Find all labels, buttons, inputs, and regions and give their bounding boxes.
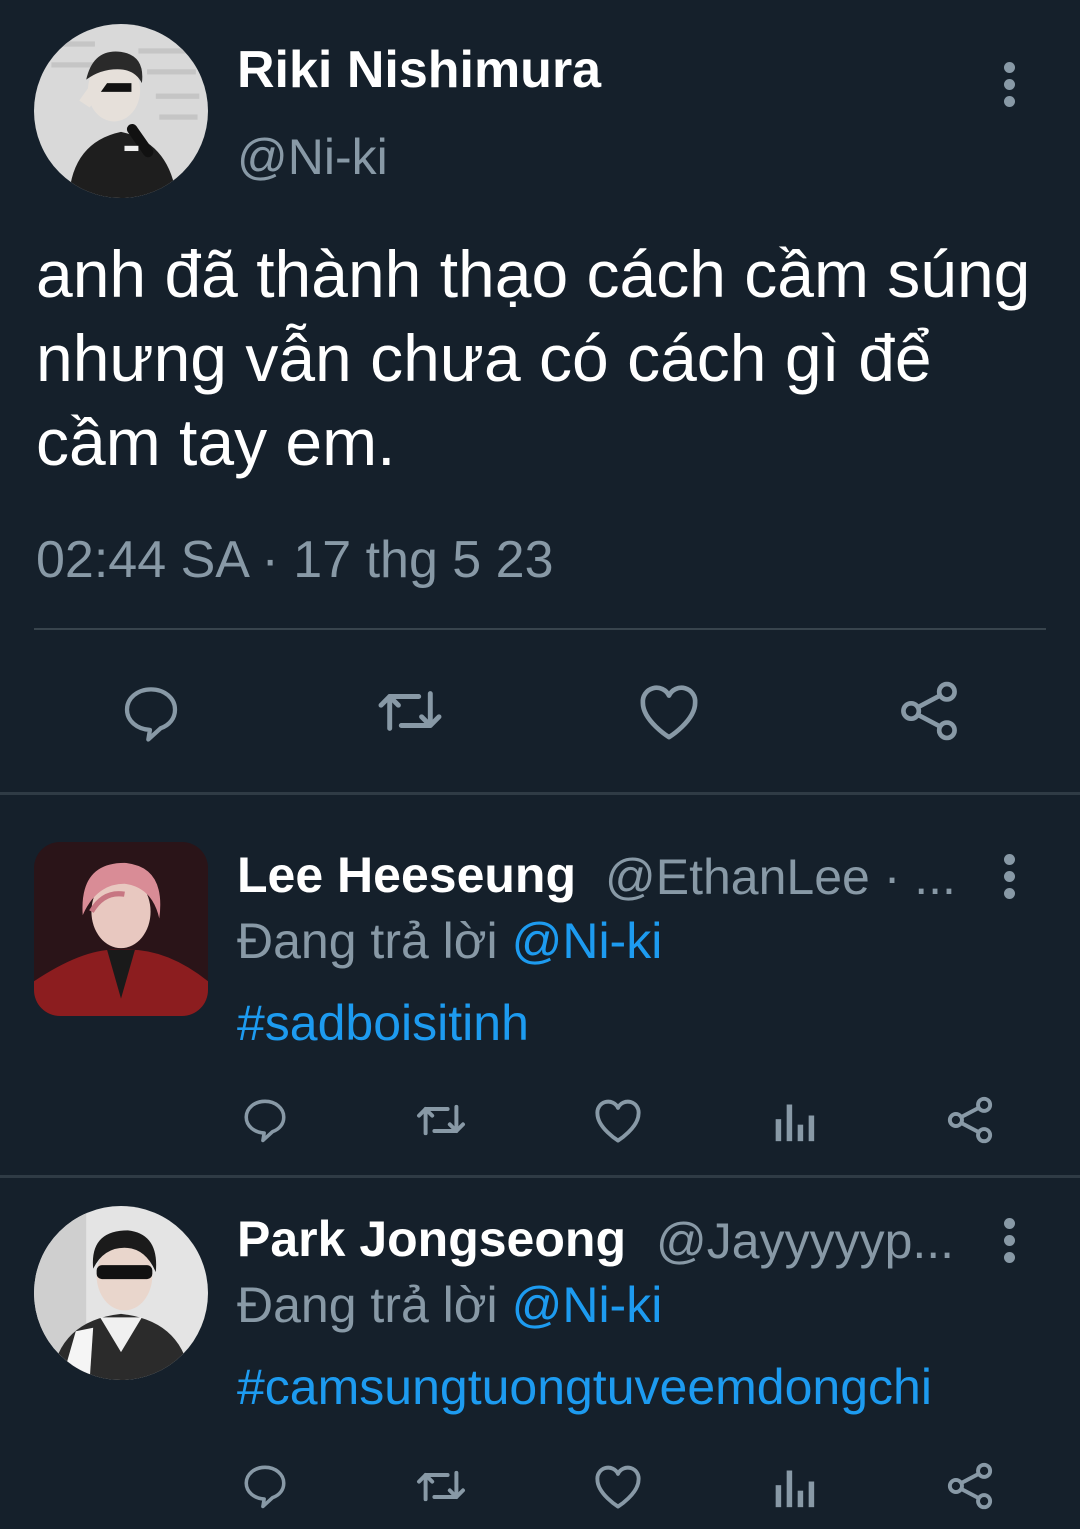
more-options-icon[interactable]: [1001, 854, 1017, 905]
divider: [0, 792, 1080, 795]
author-handle[interactable]: @Ni-ki: [237, 128, 388, 186]
replying-to-line: Đang trả lời @Ni-ki: [237, 912, 662, 970]
retweet-icon[interactable]: [412, 1464, 470, 1508]
analytics-icon[interactable]: [772, 1098, 816, 1144]
replying-label: Đang trả lời: [237, 913, 498, 969]
replying-to-link[interactable]: @Ni-ki: [512, 913, 663, 969]
author-name[interactable]: Riki Nishimura: [237, 40, 601, 100]
reply-author-name[interactable]: Park Jongseong: [237, 1210, 626, 1268]
reply-author-name[interactable]: Lee Heeseung: [237, 846, 576, 904]
share-icon[interactable]: [944, 1460, 996, 1512]
divider: [34, 628, 1046, 630]
author-avatar[interactable]: [34, 24, 208, 198]
like-icon[interactable]: [592, 1096, 644, 1144]
tweet-text: anh đã thành thạo cách cầm súng nhưng vẫ…: [36, 237, 1031, 479]
replying-to-line: Đang trả lời @Ni-ki: [237, 1276, 662, 1334]
reply-avatar[interactable]: [34, 1206, 208, 1380]
reply-icon[interactable]: [240, 1460, 290, 1510]
retweet-icon[interactable]: [372, 682, 448, 740]
share-icon[interactable]: [896, 678, 962, 744]
replying-to-link[interactable]: @Ni-ki: [512, 1277, 663, 1333]
reply-icon[interactable]: [118, 680, 184, 744]
more-options-icon[interactable]: [1001, 62, 1017, 113]
like-icon[interactable]: [592, 1462, 644, 1510]
reply-author-handle[interactable]: @EthanLee · ...: [605, 848, 956, 906]
reply-icon[interactable]: [240, 1094, 290, 1144]
hashtag-link[interactable]: #camsungtuongtuveemdongchi: [237, 1358, 932, 1416]
like-icon[interactable]: [636, 680, 702, 742]
divider: [0, 1175, 1080, 1178]
retweet-icon[interactable]: [412, 1098, 470, 1142]
analytics-icon[interactable]: [772, 1464, 816, 1510]
replying-label: Đang trả lời: [237, 1277, 498, 1333]
share-icon[interactable]: [944, 1094, 996, 1146]
tweet-timestamp[interactable]: 02:44 SA · 17 thg 5 23: [36, 530, 554, 590]
more-options-icon[interactable]: [1001, 1218, 1017, 1269]
hashtag-link[interactable]: #sadboisitinh: [237, 994, 529, 1052]
reply-avatar[interactable]: [34, 842, 208, 1016]
reply-author-handle[interactable]: @Jayyyyyp...: [656, 1212, 954, 1270]
